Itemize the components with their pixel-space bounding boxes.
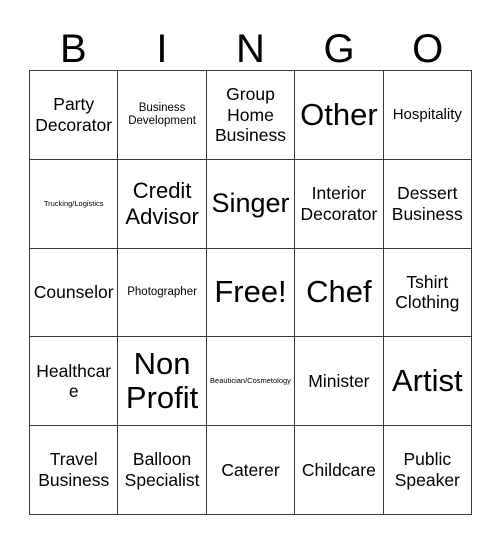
bingo-cell-label: Group Home Business (214, 83, 286, 146)
bingo-cell-label: Public Speaker (394, 449, 460, 491)
bingo-cell[interactable]: Balloon Specialist (118, 426, 207, 515)
bingo-cell[interactable]: Non Profit (118, 337, 207, 427)
bingo-cell-label: Other (300, 96, 378, 132)
bingo-header-letter-b: B (59, 27, 87, 71)
bingo-cell[interactable]: Business Development (118, 71, 207, 160)
bingo-cell[interactable]: Caterer (206, 426, 296, 515)
bingo-cell[interactable]: Travel Business (30, 426, 119, 515)
bingo-cell-label: Trucking/Logistics (43, 198, 104, 208)
bingo-cell[interactable]: Credit Advisor (118, 159, 207, 249)
bingo-card: B I N G O Party Decorator Business Develo… (0, 0, 500, 544)
bingo-header-letter-n: N (236, 27, 265, 71)
bingo-header-letter-i: I (156, 27, 168, 71)
bingo-cell-label: Singer (211, 188, 290, 219)
bingo-cell-label: Healthcare (36, 360, 112, 402)
bingo-cell-label: Business Development (128, 101, 196, 127)
bingo-cell[interactable]: Dessert Business (383, 159, 472, 249)
bingo-cell-label: Photographer (127, 285, 197, 298)
bingo-cell-label: Credit Advisor (125, 177, 199, 229)
bingo-cell[interactable]: Beautician/Cosmetology (206, 337, 296, 427)
bingo-cell[interactable]: Childcare (295, 426, 384, 515)
bingo-cell-label: Minister (308, 370, 370, 391)
bingo-cell-label: Artist (391, 362, 463, 398)
bingo-cell[interactable]: Other (295, 71, 384, 160)
bingo-cell-label: Free! (214, 274, 287, 310)
bingo-header-row: B I N G O (29, 20, 472, 70)
bingo-cell-label: Party Decorator (35, 94, 113, 135)
bingo-cell-label: Childcare (301, 459, 376, 480)
bingo-cell[interactable]: Tshirt Clothing (383, 248, 472, 338)
bingo-cell-free[interactable]: Free! (206, 248, 296, 338)
bingo-cell-label: Travel Business (38, 449, 110, 491)
bingo-cell-label: Dessert Business (391, 183, 463, 224)
bingo-cell[interactable]: Counselor (30, 248, 119, 338)
bingo-header-letter-g: G (323, 27, 355, 71)
bingo-cell[interactable]: Healthcare (30, 337, 119, 427)
bingo-cell-label: Interior Decorator (300, 183, 378, 224)
bingo-cell[interactable]: Public Speaker (383, 426, 472, 515)
bingo-cell-label: Tshirt Clothing (395, 271, 460, 313)
bingo-cell-label: Balloon Specialist (124, 449, 200, 491)
bingo-cell[interactable]: Singer (206, 159, 296, 249)
bingo-grid: Party Decorator Business Development Group… (29, 70, 472, 515)
bingo-cell[interactable]: Trucking/Logistics (30, 159, 119, 249)
bingo-cell[interactable]: Hospitality (383, 71, 472, 160)
bingo-cell-label: Beautician/Cosmetology (210, 376, 291, 386)
bingo-cell-label: Non Profit (125, 345, 199, 416)
bingo-cell[interactable]: Photographer (118, 248, 207, 338)
bingo-cell[interactable]: Group Home Business (206, 71, 296, 160)
bingo-cell[interactable]: Interior Decorator (295, 159, 384, 249)
bingo-cell[interactable]: Artist (383, 337, 472, 427)
bingo-cell-label: Caterer (221, 459, 280, 480)
bingo-cell-label: Hospitality (392, 106, 462, 124)
bingo-cell[interactable]: Chef (295, 248, 384, 338)
bingo-header-letter-o: O (412, 27, 444, 71)
bingo-cell[interactable]: Minister (295, 337, 384, 427)
bingo-cell[interactable]: Party Decorator (30, 71, 119, 160)
bingo-cell-label: Counselor (33, 282, 114, 303)
bingo-cell-label: Chef (306, 274, 372, 310)
